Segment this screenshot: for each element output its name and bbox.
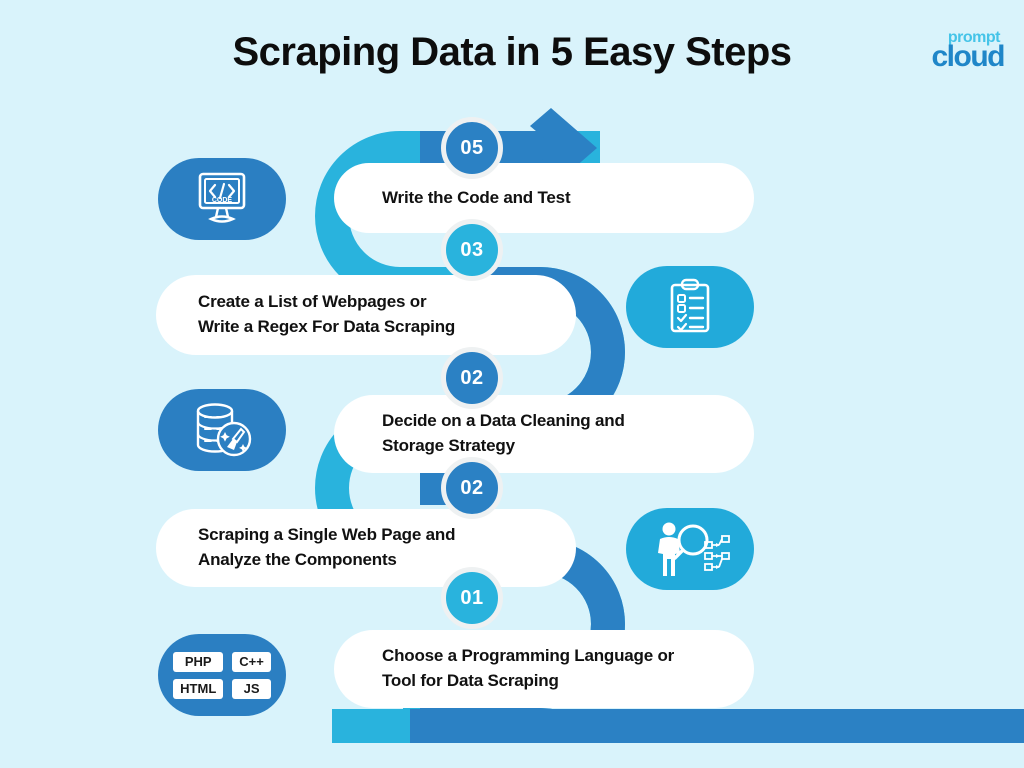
step-card-text: Create a List of Webpages or Write a Reg… [198, 292, 456, 336]
monitor-code-icon-tile: CODE [158, 158, 286, 240]
step-card-text: Scraping a Single Web Page and Analyze t… [198, 525, 456, 569]
step-badge-03[interactable]: 03 [441, 219, 503, 281]
step-card-03[interactable]: Create a List of Webpages or Write a Reg… [156, 275, 576, 355]
language-chip-grid: PHP C++ HTML JS [173, 651, 271, 699]
step-badge-01[interactable]: 01 [441, 567, 503, 629]
infographic-canvas: Scraping Data in 5 Easy Steps prompt clo… [0, 0, 1024, 768]
ribbon-bottom-tail [404, 709, 1024, 743]
lang-chip-html: HTML [173, 678, 224, 699]
step-card-02-cleaning[interactable]: Decide on a Data Cleaning and Storage St… [334, 395, 754, 473]
clipboard-checklist-icon [670, 278, 710, 333]
database-cleaning-icon [196, 403, 252, 457]
ribbon-bottom-tail-light [332, 709, 410, 743]
step-badge-02-cleaning[interactable]: 02 [441, 347, 503, 409]
person-magnifier-flowchart-icon [658, 522, 730, 576]
step-card-02-singlepage[interactable]: Scraping a Single Web Page and Analyze t… [156, 509, 576, 587]
step-card-01[interactable]: Choose a Programming Language or Tool fo… [334, 630, 754, 708]
database-cleaning-icon-tile [158, 389, 286, 471]
step-number: 02 [460, 366, 484, 389]
step-number: 01 [460, 586, 484, 609]
lang-chip-cpp: C++ [232, 651, 271, 672]
step-card-text: Write the Code and Test [382, 187, 571, 207]
step-card-text: Choose a Programming Language or Tool fo… [382, 646, 675, 690]
step-badge-05[interactable]: 05 [441, 117, 503, 179]
step-number: 02 [460, 476, 484, 499]
person-magnifier-flowchart-icon-tile [626, 508, 754, 590]
step-number: 05 [460, 136, 484, 159]
lang-chip-php: PHP [173, 651, 224, 672]
step-badge-02-singlepage[interactable]: 02 [441, 457, 503, 519]
svg-text:CODE: CODE [212, 197, 233, 204]
programming-languages-icon-tile: PHP C++ HTML JS [158, 634, 286, 716]
step-card-05[interactable]: Write the Code and Test [334, 163, 754, 233]
clipboard-checklist-icon-tile [626, 266, 754, 348]
step-card-text: Decide on a Data Cleaning and Storage St… [382, 411, 625, 455]
step-number: 03 [460, 238, 484, 261]
lang-chip-js: JS [232, 678, 271, 699]
monitor-code-icon: CODE [198, 172, 246, 223]
